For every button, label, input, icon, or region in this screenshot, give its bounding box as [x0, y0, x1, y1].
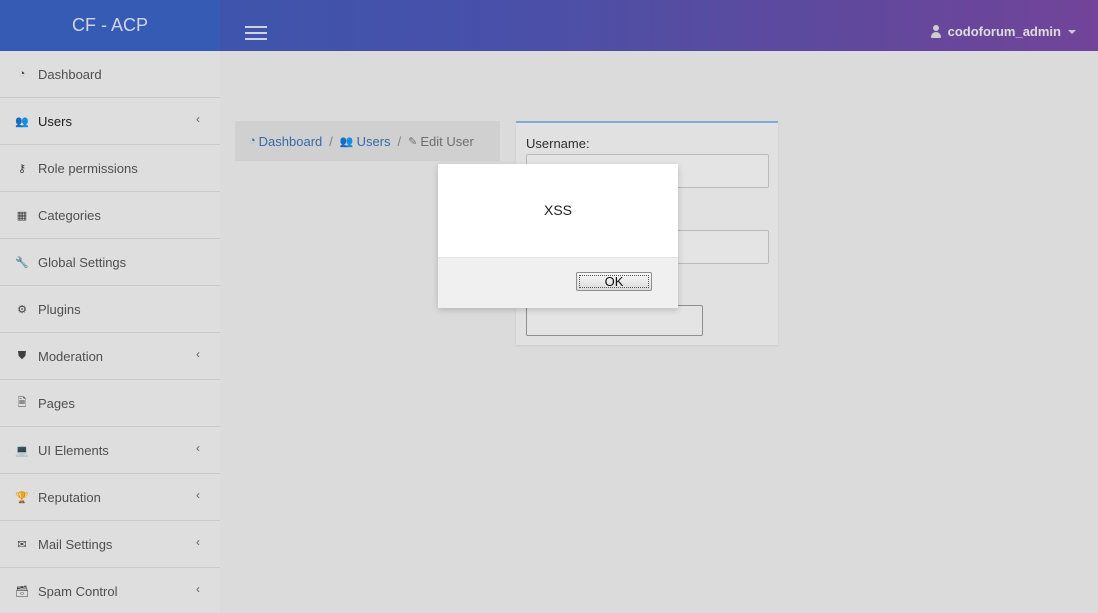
ok-button[interactable]: OK — [576, 272, 652, 291]
alert-dialog: XSS OK — [438, 164, 678, 308]
alert-message: XSS — [543, 202, 572, 218]
alert-footer: OK — [438, 257, 678, 308]
